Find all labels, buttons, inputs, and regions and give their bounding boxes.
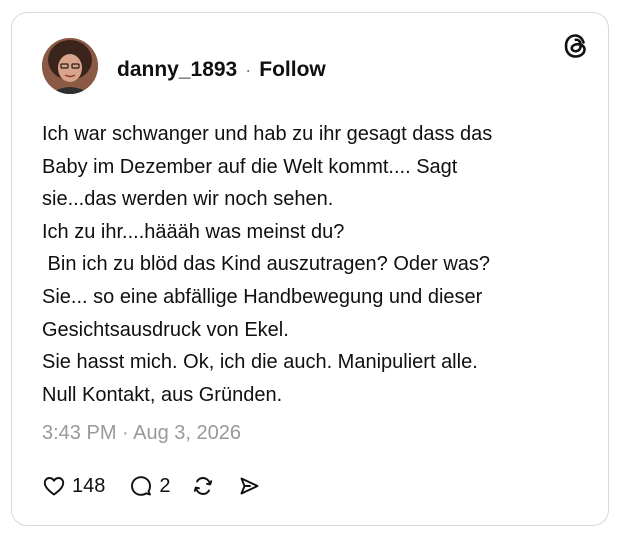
- reply-count: 2: [159, 474, 171, 497]
- post-text-line: Ich war schwanger und hab zu ihr gesagt …: [42, 123, 493, 145]
- header-separator: ·: [245, 59, 252, 80]
- post-text-line: Baby im Dezember auf die Welt kommt.... …: [42, 155, 458, 178]
- post-text-line: Sie... so eine abfällige Handbewegung un…: [42, 285, 483, 308]
- threads-logo-icon[interactable]: [561, 31, 591, 61]
- follow-button[interactable]: Follow: [259, 58, 326, 82]
- username-link[interactable]: danny_1893: [117, 58, 237, 82]
- post-text-line: sie...das werden wir noch sehen.: [42, 188, 334, 211]
- post-header: danny_1893 · Follow: [117, 57, 326, 83]
- post-text-line: Ich zu ihr....häääh was meinst du?: [42, 220, 345, 243]
- comment-bubble-icon: [129, 474, 153, 498]
- post-timestamp[interactable]: 3:43 PM · Aug 3, 2026: [42, 422, 241, 445]
- post-text-line: Null Kontakt, aus Gründen.: [42, 383, 283, 406]
- avatar[interactable]: [42, 38, 98, 94]
- post-card: danny_1893 · Follow Ich war schwanger un…: [11, 12, 609, 526]
- share-button[interactable]: [237, 474, 261, 498]
- reply-button[interactable]: 2: [129, 474, 171, 498]
- send-arrow-icon: [237, 474, 261, 498]
- heart-icon: [42, 474, 66, 498]
- post-text-line: Gesichtsausdruck von Ekel.: [42, 318, 289, 341]
- repost-button[interactable]: [191, 474, 215, 498]
- post-text-line: Bin ich zu blöd das Kind auszutragen? Od…: [42, 253, 491, 276]
- post-text: Ich war schwanger und hab zu ihr gesagt …: [42, 118, 582, 411]
- like-count: 148: [72, 474, 106, 497]
- post-text-line: Sie hasst mich. Ok, ich die auch. Manipu…: [42, 351, 478, 374]
- repost-arrows-icon: [191, 474, 215, 498]
- like-button[interactable]: 148: [42, 474, 105, 498]
- action-bar: 148 2: [42, 471, 261, 501]
